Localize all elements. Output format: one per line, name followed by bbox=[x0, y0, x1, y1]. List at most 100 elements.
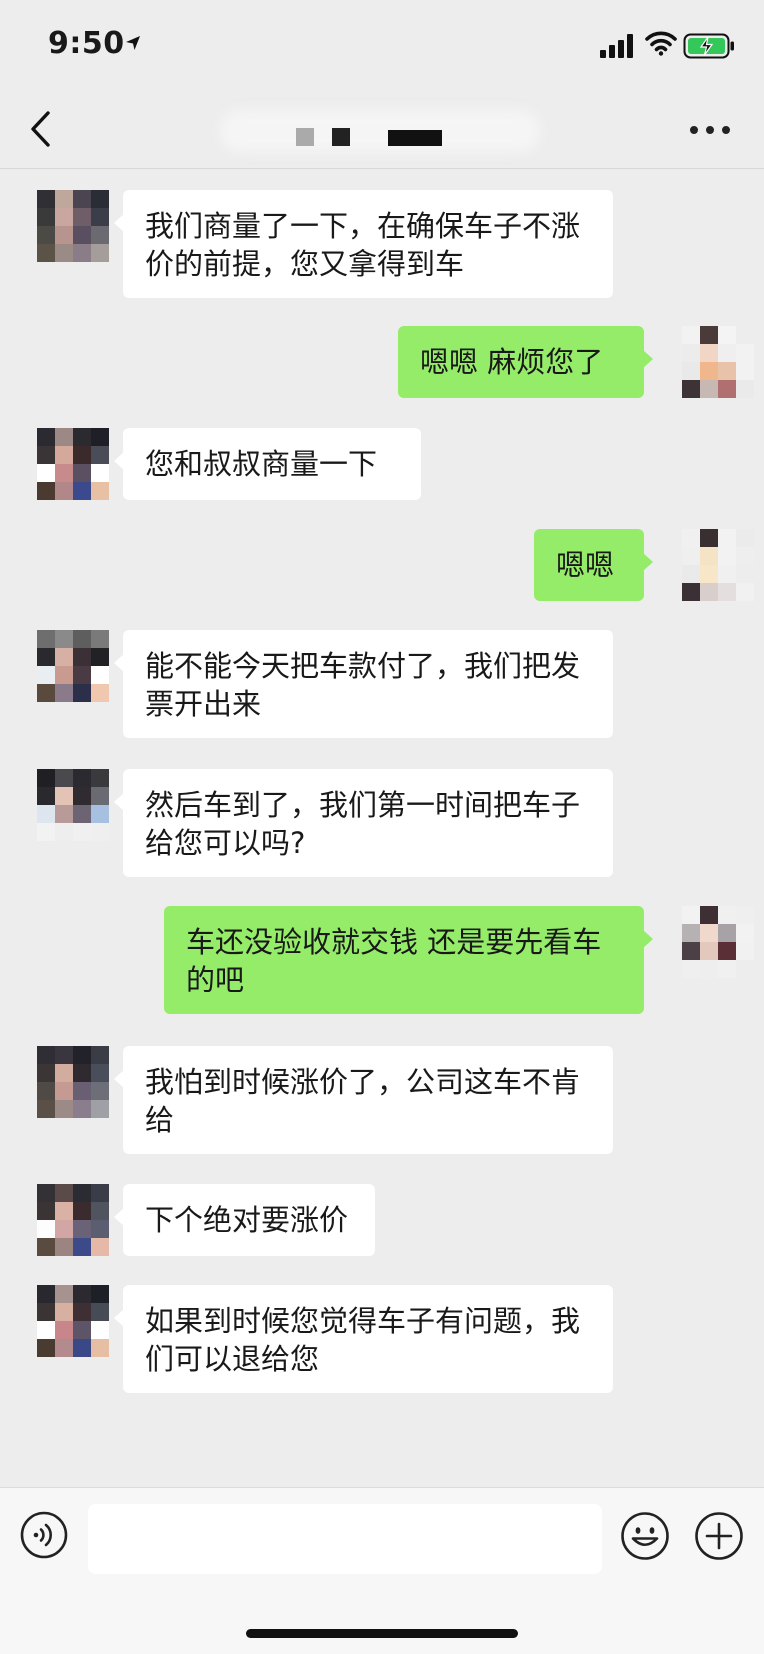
avatar-mosaic-cell bbox=[736, 942, 754, 960]
chat-title-redacted-bar bbox=[388, 130, 442, 146]
avatar-mosaic-cell bbox=[37, 769, 55, 787]
avatar-mosaic-cell bbox=[55, 244, 73, 262]
message-bubble[interactable]: 然后车到了，我们第一时间把车子 给您可以吗? bbox=[114, 769, 613, 877]
message-bubble[interactable]: 嗯嗯 麻烦您了 bbox=[398, 326, 653, 398]
avatar-mosaic-cell bbox=[37, 1220, 55, 1238]
message-bubble[interactable]: 下个绝对要涨价 bbox=[114, 1184, 375, 1256]
avatar-mosaic-cell bbox=[91, 208, 109, 226]
avatar-mosaic-cell bbox=[736, 906, 754, 924]
message-bubble[interactable]: 嗯嗯 bbox=[534, 529, 653, 601]
home-indicator[interactable] bbox=[246, 1629, 518, 1638]
avatar-mosaic-cell bbox=[55, 428, 73, 446]
avatar-mosaic-cell bbox=[73, 1303, 91, 1321]
avatar-mosaic-cell bbox=[91, 1303, 109, 1321]
avatar-mosaic-cell bbox=[718, 924, 736, 942]
back-chevron-icon[interactable] bbox=[28, 110, 52, 148]
avatar-mosaic-cell bbox=[37, 648, 55, 666]
avatar-mosaic-cell bbox=[55, 1100, 73, 1118]
avatar-mosaic-cell bbox=[718, 326, 736, 344]
avatar-mosaic-cell bbox=[73, 1220, 91, 1238]
avatar-mosaic-cell bbox=[55, 1339, 73, 1357]
battery-charging-icon bbox=[683, 33, 734, 59]
avatar-mosaic-cell bbox=[91, 630, 109, 648]
message-input[interactable] bbox=[88, 1504, 602, 1574]
avatar-mosaic-cell bbox=[55, 769, 73, 787]
message-text-line: 价的前提，您又拿得到车 bbox=[145, 247, 465, 281]
avatar-mosaic-cell bbox=[736, 583, 754, 601]
avatar-mosaic-cell bbox=[37, 1285, 55, 1303]
avatar-mosaic-cell bbox=[37, 787, 55, 805]
avatar-mosaic-cell bbox=[37, 1064, 55, 1082]
message-text-line: 嗯嗯 麻烦您了 bbox=[420, 345, 604, 379]
avatar-mosaic-cell bbox=[736, 380, 754, 398]
avatar-mosaic-cell bbox=[682, 565, 700, 583]
message-bubble[interactable]: 您和叔叔商量一下 bbox=[114, 428, 421, 500]
avatar-mosaic-cell bbox=[73, 244, 91, 262]
contact-avatar[interactable] bbox=[37, 1285, 109, 1357]
avatar-mosaic-cell bbox=[55, 1184, 73, 1202]
my-avatar[interactable] bbox=[682, 326, 754, 398]
plus-more-icon[interactable] bbox=[694, 1511, 744, 1561]
avatar-mosaic-cell bbox=[37, 482, 55, 500]
avatar-mosaic-cell bbox=[73, 1238, 91, 1256]
avatar-mosaic-cell bbox=[55, 1321, 73, 1339]
more-options-icon[interactable] bbox=[690, 126, 732, 136]
avatar-mosaic-cell bbox=[91, 464, 109, 482]
avatar-mosaic-cell bbox=[91, 1285, 109, 1303]
avatar-mosaic-cell bbox=[73, 1184, 91, 1202]
cellular-signal-icon bbox=[600, 34, 633, 58]
message-text-line: 嗯嗯 bbox=[556, 548, 615, 582]
avatar-mosaic-cell bbox=[682, 362, 700, 380]
avatar-mosaic-cell bbox=[700, 906, 718, 924]
avatar-mosaic-cell bbox=[700, 326, 718, 344]
avatar-mosaic-cell bbox=[73, 482, 91, 500]
avatar-mosaic-cell bbox=[91, 226, 109, 244]
avatar-mosaic-cell bbox=[37, 666, 55, 684]
contact-avatar[interactable] bbox=[37, 190, 109, 262]
avatar-mosaic-cell bbox=[91, 428, 109, 446]
contact-avatar[interactable] bbox=[37, 1046, 109, 1118]
contact-avatar[interactable] bbox=[37, 769, 109, 841]
avatar-mosaic-cell bbox=[682, 942, 700, 960]
contact-avatar[interactable] bbox=[37, 428, 109, 500]
my-avatar[interactable] bbox=[682, 529, 754, 601]
avatar-mosaic-cell bbox=[55, 648, 73, 666]
message-text-line: 给 bbox=[145, 1103, 175, 1137]
message-bubble[interactable]: 我怕到时候涨价了，公司这车不肯 给 bbox=[114, 1046, 613, 1154]
avatar-mosaic-cell bbox=[73, 769, 91, 787]
message-bubble[interactable]: 我们商量了一下，在确保车子不涨 价的前提，您又拿得到车 bbox=[114, 190, 613, 298]
avatar-mosaic-cell bbox=[718, 565, 736, 583]
avatar-mosaic-cell bbox=[37, 1321, 55, 1339]
avatar-mosaic-cell bbox=[55, 1082, 73, 1100]
avatar-mosaic-cell bbox=[73, 208, 91, 226]
avatar-mosaic-cell bbox=[718, 906, 736, 924]
avatar-mosaic-cell bbox=[37, 208, 55, 226]
avatar-mosaic-cell bbox=[91, 1046, 109, 1064]
avatar-mosaic-cell bbox=[682, 906, 700, 924]
message-text-line: 车还没验收就交钱 还是要先看车 bbox=[186, 925, 602, 959]
message-text-line: 我们商量了一下，在确保车子不涨 bbox=[145, 209, 581, 243]
message-bubble[interactable]: 车还没验收就交钱 还是要先看车 的吧 bbox=[164, 906, 653, 1014]
avatar-mosaic-cell bbox=[37, 1339, 55, 1357]
avatar-mosaic-cell bbox=[718, 529, 736, 547]
avatar-mosaic-cell bbox=[73, 190, 91, 208]
contact-avatar[interactable] bbox=[37, 630, 109, 702]
emoji-icon[interactable] bbox=[620, 1511, 670, 1561]
avatar-mosaic-cell bbox=[73, 787, 91, 805]
my-avatar[interactable] bbox=[682, 906, 754, 978]
avatar-mosaic-cell bbox=[55, 190, 73, 208]
avatar-mosaic-cell bbox=[55, 226, 73, 244]
contact-avatar[interactable] bbox=[37, 1184, 109, 1256]
avatar-mosaic-cell bbox=[700, 565, 718, 583]
avatar-mosaic-cell bbox=[37, 1303, 55, 1321]
avatar-mosaic-cell bbox=[682, 924, 700, 942]
voice-input-icon[interactable] bbox=[20, 1511, 68, 1559]
avatar-mosaic-cell bbox=[73, 1202, 91, 1220]
avatar-mosaic-cell bbox=[37, 244, 55, 262]
message-bubble[interactable]: 能不能今天把车款付了，我们把发 票开出来 bbox=[114, 630, 613, 738]
avatar-mosaic-cell bbox=[700, 960, 718, 978]
avatar-mosaic-cell bbox=[700, 547, 718, 565]
avatar-mosaic-cell bbox=[736, 547, 754, 565]
avatar-mosaic-cell bbox=[700, 380, 718, 398]
message-bubble[interactable]: 如果到时候您觉得车子有问题，我 们可以退给您 bbox=[114, 1285, 613, 1393]
